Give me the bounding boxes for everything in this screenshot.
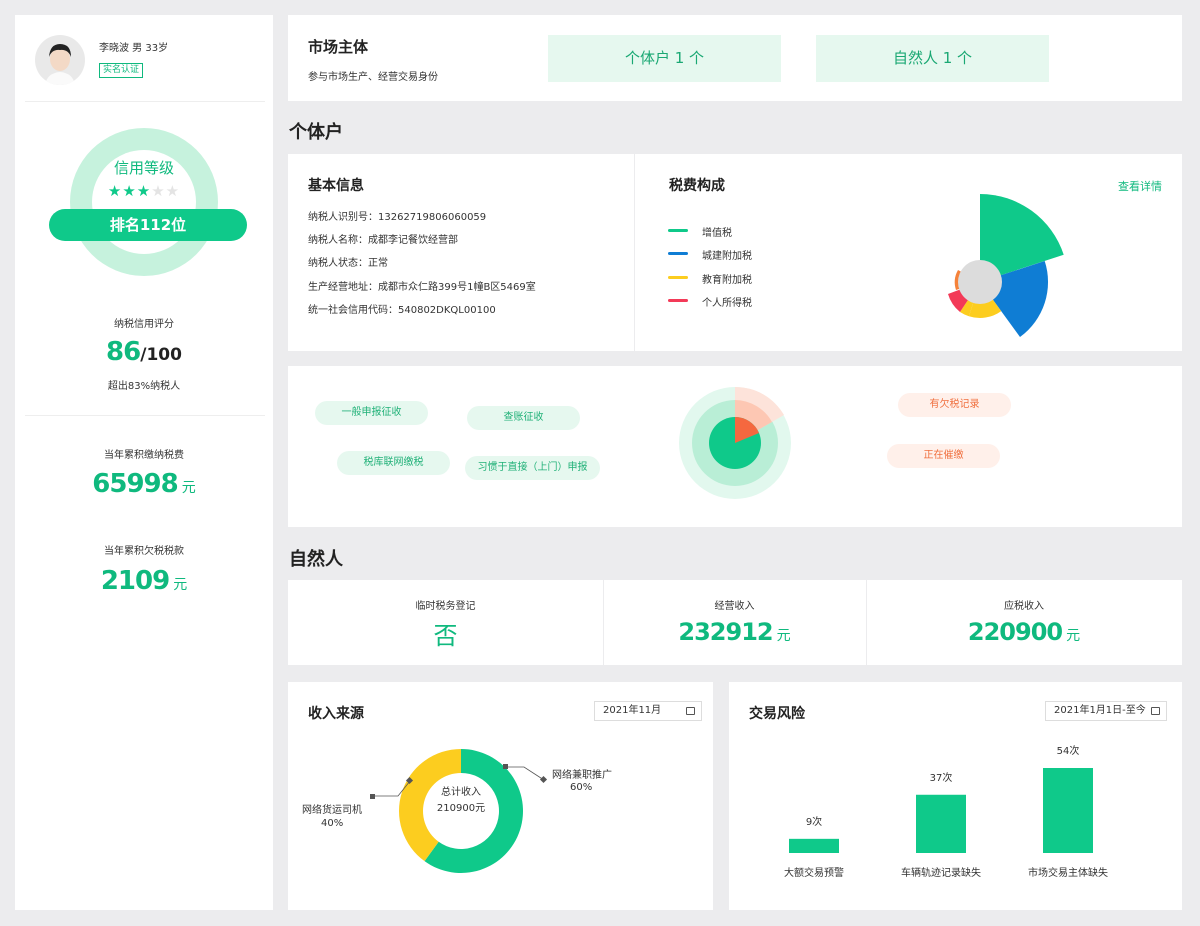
income-donut-chart [370, 749, 548, 873]
bar-category-label: 大额交易预警 [784, 866, 844, 879]
business-address: 生产经营地址：成都市众仁路399号1幢B区5469室 [308, 282, 536, 293]
bar-category-label: 市场交易主体缺失 [1028, 866, 1108, 879]
legend-urban-tax: 城建附加税 [668, 247, 752, 262]
tax-legend: 增值税 城建附加税 教育附加税 个人所得税 [668, 224, 788, 314]
slice-label-promotion: 网络兼职推广 [552, 770, 612, 781]
trade-risk-card: 交易风险 2021年1月1日-至今 9次 大额交易预警 37次 车辆轨迹记录缺失 54次… [729, 682, 1182, 910]
tax-rose-chart [948, 194, 1064, 337]
bar-value-label: 54次 [1057, 744, 1080, 757]
donut-center-label: 总计收入 [441, 787, 481, 798]
risk-bar[interactable] [916, 794, 966, 853]
taxpayer-name: 纳税人名称：成都李记餐饮经营部 [308, 235, 458, 246]
profile-card: 李晓波 男 33岁 实名认证 信用等级 ★★★★★ 排名112位 纳税信用评分 … [15, 15, 273, 910]
star-rating: ★★★★★ [15, 182, 273, 200]
tag-general-declaration[interactable]: 一般申报征收 [315, 401, 428, 425]
income-date-picker[interactable]: 2021年11月 [594, 701, 702, 721]
star-icon: ★ [136, 182, 152, 200]
natural-person-section-title: 自然人 [289, 549, 343, 570]
tag-tax-arrears[interactable]: 有欠税记录 [898, 393, 1011, 417]
bar-value-label: 37次 [930, 771, 953, 784]
natural-person-count-button[interactable]: 自然人 1 个 [816, 35, 1049, 82]
stat-label: 应税收入 [1004, 601, 1044, 612]
user-name-line: 李晓波 男 33岁 [99, 43, 169, 54]
leader-dot [539, 775, 548, 784]
collection-ring-chart [679, 387, 791, 499]
stat-value: 232912 元 [678, 618, 791, 646]
market-subject-card: 市场主体 参与市场生产、经营交易身份 个体户 1 个 自然人 1 个 [288, 15, 1182, 101]
owed-value: 2109 [100, 566, 170, 596]
tag-account-audit[interactable]: 查账征收 [467, 406, 580, 430]
income-date-value: 2021年11月 [603, 705, 662, 716]
bar-value-label: 9次 [806, 815, 822, 828]
donut-center-value: 210900元 [436, 803, 486, 814]
star-icon: ★ [165, 182, 181, 200]
risk-bar[interactable] [789, 838, 839, 853]
rank-bar: 排名112位 [49, 209, 247, 241]
risk-bar-chart: 9次大额交易预警 37次车辆轨迹记录缺失 54次市场交易主体缺失 [784, 744, 1108, 879]
stat-temp-registration: 临时税务登记 否 [288, 580, 603, 665]
score-note: 超出83%纳税人 [107, 381, 181, 392]
legend-education-tax: 教育附加税 [668, 271, 752, 286]
stat-value: 否 [433, 622, 458, 650]
owed-label: 当年累积欠税税款 [104, 546, 184, 557]
verified-badge: 实名认证 [99, 63, 144, 78]
legend-income-tax: 个人所得税 [668, 294, 752, 309]
tag-onsite-declaration[interactable]: 习惯于直接（上门）申报 [465, 456, 600, 480]
leader-dot [370, 794, 375, 799]
view-details-link[interactable]: 查看详情 [1118, 178, 1162, 194]
calendar-icon [686, 707, 695, 715]
stat-value: 220900 元 [967, 618, 1081, 646]
user-portrait-icon [45, 44, 75, 85]
individual-count-button[interactable]: 个体户 1 个 [548, 35, 781, 82]
credit-score: 86/100 [15, 337, 273, 367]
stat-taxable-income: 应税收入 220900 元 [866, 580, 1182, 665]
tax-composition-title: 税费构成 [669, 178, 725, 194]
individual-section-title: 个体户 [289, 122, 343, 143]
avatar[interactable] [35, 35, 85, 85]
income-source-card: 收入来源 2021年11月 总计收入 210900元 网络兼职推广 60% 网络… [288, 682, 713, 910]
divider [634, 154, 635, 351]
stat-label: 临时税务登记 [415, 601, 476, 612]
paid-label: 当年累积缴纳税费 [104, 450, 184, 461]
credit-ring [70, 128, 218, 276]
slice-label-driver: 网络货运司机 [302, 805, 362, 816]
tag-network-payment[interactable]: 税库联网缴税 [337, 451, 450, 475]
basic-info-title: 基本信息 [308, 178, 364, 194]
income-title: 收入来源 [308, 706, 364, 722]
natural-person-stats-card: 临时税务登记 否 经营收入 232912 元 应税收入 220900 元 [288, 580, 1182, 665]
credit-code: 统一社会信用代码：540802DKQL00100 [308, 305, 496, 316]
risk-bar[interactable] [1043, 768, 1093, 853]
paid-unit: 元 [181, 480, 196, 496]
paid-amount: 65998 元 [15, 469, 273, 499]
owed-unit: 元 [173, 577, 188, 593]
slice-pct-driver: 40% [321, 818, 344, 829]
score-label: 纳税信用评分 [114, 319, 174, 330]
basic-info-card: 基本信息 纳税人识别号：13262719806060059 纳税人名称：成都李记… [288, 154, 1182, 351]
stat-business-income: 经营收入 232912 元 [603, 580, 866, 665]
star-icon: ★ [107, 182, 123, 200]
tag-collection-in-progress[interactable]: 正在催缴 [887, 444, 1000, 468]
score-total: /100 [140, 345, 182, 365]
stat-label: 经营收入 [714, 601, 755, 612]
score-value: 86 [106, 337, 141, 367]
star-icon: ★ [151, 182, 166, 200]
paid-value: 65998 [92, 469, 178, 499]
taxpayer-status: 纳税人状态：正常 [308, 258, 388, 269]
divider [25, 101, 265, 102]
slice-pct-promotion: 60% [570, 782, 593, 793]
bar-category-label: 车辆轨迹记录缺失 [901, 866, 981, 879]
market-subtitle: 参与市场生产、经营交易身份 [308, 72, 438, 83]
tax-tags-card: 一般申报征收 查账征收 税库联网缴税 习惯于直接（上门）申报 有欠税记录 正在催… [288, 366, 1182, 527]
star-icon: ★ [122, 182, 137, 200]
taxpayer-id: 纳税人识别号：13262719806060059 [308, 212, 487, 223]
credit-title: 信用等级 [113, 159, 174, 177]
leader-dot [503, 764, 508, 769]
market-title: 市场主体 [308, 38, 369, 56]
divider [25, 415, 265, 416]
legend-vat: 增值税 [668, 224, 732, 239]
owed-amount: 2109 元 [15, 566, 273, 596]
